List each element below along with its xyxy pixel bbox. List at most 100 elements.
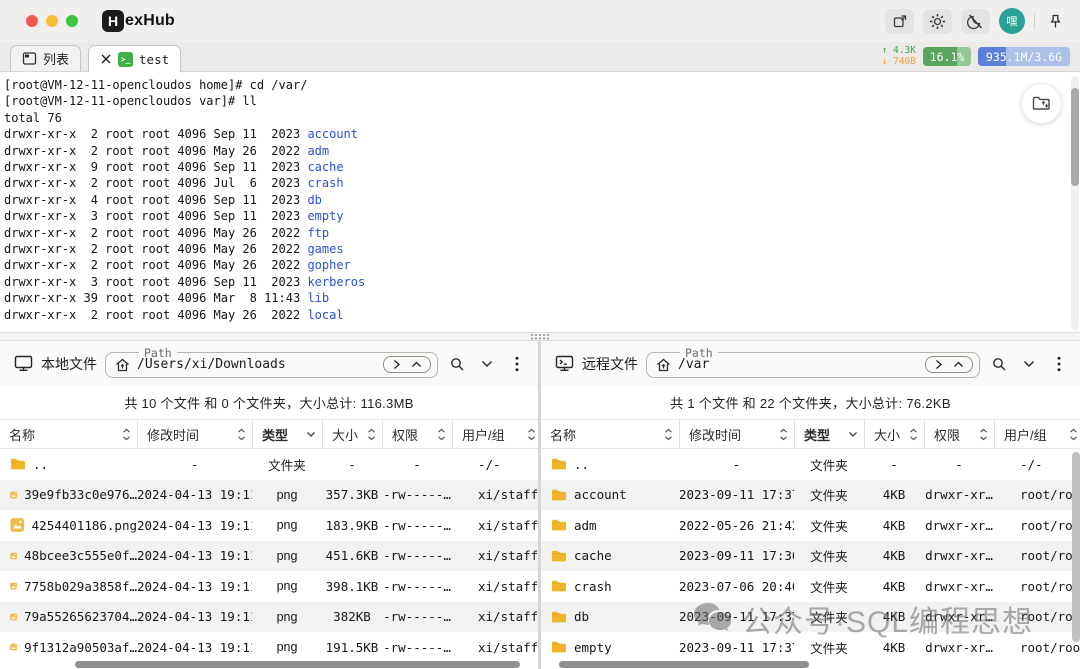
column-header-name[interactable]: 名称 bbox=[0, 420, 137, 448]
file-transfer-toggle-button[interactable] bbox=[1021, 83, 1062, 124]
column-label: 用户/组 bbox=[462, 425, 505, 444]
file-name: 79a55265623704… bbox=[24, 609, 137, 624]
terminal-directory-name: db bbox=[307, 193, 321, 207]
table-row[interactable]: 79a55265623704…2024-04-13 19:11png382KB-… bbox=[0, 602, 538, 633]
file-owner-cell: root/root bbox=[994, 609, 1080, 624]
vertical-scrollbar-thumb[interactable] bbox=[1072, 452, 1080, 642]
search-icon bbox=[991, 356, 1007, 372]
horizontal-splitter[interactable] bbox=[0, 332, 1080, 341]
table-row[interactable]: 48bcee3c555e0f…2024-04-13 19:11png451.6K… bbox=[0, 541, 538, 572]
tab-terminal-test[interactable]: >_ test bbox=[88, 45, 181, 72]
column-header-size[interactable]: 大小 bbox=[322, 420, 382, 448]
table-row[interactable]: db2023-09-11 17:37文件夹4KBdrwxr-xr…root/ro… bbox=[541, 602, 1080, 633]
image-file-icon bbox=[10, 487, 17, 503]
new-window-button[interactable] bbox=[885, 9, 914, 34]
home-icon[interactable] bbox=[115, 358, 130, 372]
terminal-line: drwxr-xr-x 3 root root 4096 Sep 11 2023 … bbox=[4, 274, 1066, 290]
tab-list[interactable]: 列表 bbox=[10, 45, 81, 71]
home-icon[interactable] bbox=[656, 358, 671, 372]
file-permissions-cell: drwxr-xr… bbox=[924, 609, 994, 624]
column-header-type[interactable]: 类型 bbox=[252, 420, 322, 448]
user-avatar[interactable]: 嘿 bbox=[999, 8, 1025, 34]
app-name: exHub bbox=[125, 12, 175, 30]
column-header-perm[interactable]: 权限 bbox=[382, 420, 452, 448]
go-icon[interactable] bbox=[934, 359, 943, 370]
table-row[interactable]: account2023-09-11 17:37文件夹4KBdrwxr-xr…ro… bbox=[541, 480, 1080, 511]
horizontal-scrollbar-thumb[interactable] bbox=[75, 661, 520, 668]
settings-button[interactable] bbox=[923, 9, 952, 34]
theme-toggle-button[interactable] bbox=[961, 9, 990, 34]
panel-menu-button[interactable] bbox=[506, 353, 528, 375]
table-header: 名称 修改时间 类型 大小 权限 用户/组 bbox=[0, 420, 538, 449]
pin-button[interactable] bbox=[1044, 10, 1066, 32]
file-name-cell: account bbox=[541, 487, 679, 502]
go-icon[interactable] bbox=[392, 359, 401, 370]
panel-collapse-button[interactable] bbox=[476, 353, 498, 375]
panel-collapse-button[interactable] bbox=[1018, 353, 1040, 375]
minimize-window-button[interactable] bbox=[46, 15, 58, 27]
table-row[interactable]: 7758b029a3858f…2024-04-13 19:11png398.1K… bbox=[0, 571, 538, 602]
table-row[interactable]: 39e9fb33c0e976…2024-04-13 19:11png357.3K… bbox=[0, 480, 538, 511]
file-type-cell: 文件夹 bbox=[794, 455, 864, 474]
maximize-window-button[interactable] bbox=[66, 15, 78, 27]
terminal-directory-name: lib bbox=[307, 291, 329, 305]
table-row[interactable]: empty2023-09-11 17:37文件夹4KBdrwxr-xr…root… bbox=[541, 632, 1080, 663]
column-header-mtime[interactable]: 修改时间 bbox=[679, 420, 794, 448]
file-size-cell: 4KB bbox=[864, 487, 924, 502]
column-header-name[interactable]: 名称 bbox=[541, 420, 679, 448]
file-size-cell: 4KB bbox=[864, 579, 924, 594]
column-label: 大小 bbox=[874, 425, 900, 444]
column-header-owner[interactable]: 用户/组 bbox=[452, 420, 538, 448]
path-input[interactable]: Path /Users/xi/Downloads bbox=[105, 346, 438, 378]
panel-title: 远程文件 bbox=[582, 354, 638, 374]
folder-icon bbox=[551, 640, 567, 654]
column-label: 修改时间 bbox=[689, 425, 741, 444]
column-label: 类型 bbox=[262, 425, 288, 444]
kebab-menu-icon bbox=[1057, 356, 1061, 372]
file-size-cell: 183.9KB bbox=[322, 518, 382, 533]
table-row[interactable]: 9f1312a90503af…2024-04-13 19:11png191.5K… bbox=[0, 632, 538, 663]
file-name: .. bbox=[33, 457, 48, 472]
horizontal-scrollbar-thumb[interactable] bbox=[559, 661, 809, 668]
terminal-pane[interactable]: [root@VM-12-11-opencloudos home]# cd /va… bbox=[0, 72, 1080, 332]
path-value[interactable]: /var bbox=[678, 357, 918, 372]
table-row[interactable]: 4254401186.png2024-04-13 19:11png183.9KB… bbox=[0, 510, 538, 541]
column-header-owner[interactable]: 用户/组 bbox=[994, 420, 1080, 448]
table-row[interactable]: ..-文件夹---/- bbox=[0, 449, 538, 480]
terminal-scrollbar[interactable] bbox=[1071, 76, 1079, 330]
table-row[interactable]: adm2022-05-26 21:42文件夹4KBdrwxr-xr…root/r… bbox=[541, 510, 1080, 541]
terminal-line: drwxr-xr-x 39 root root 4096 Mar 8 11:43… bbox=[4, 290, 1066, 306]
file-table: ..-文件夹---/-account2023-09-11 17:37文件夹4KB… bbox=[541, 449, 1080, 669]
path-input[interactable]: Path /var bbox=[646, 346, 980, 378]
terminal-scrollbar-thumb[interactable] bbox=[1071, 88, 1079, 186]
table-row[interactable]: crash2023-07-06 20:40文件夹4KBdrwxr-xr…root… bbox=[541, 571, 1080, 602]
column-header-type[interactable]: 类型 bbox=[794, 420, 864, 448]
file-name: db bbox=[574, 609, 589, 624]
file-name-cell: adm bbox=[541, 518, 679, 533]
sort-icon bbox=[909, 428, 918, 441]
file-mtime-cell: 2023-09-11 17:37 bbox=[679, 487, 794, 502]
file-size-cell: 451.6KB bbox=[322, 548, 382, 563]
terminal-directory-name: cache bbox=[307, 160, 343, 174]
terminal-line: total 76 bbox=[4, 110, 1066, 126]
terminal-line: drwxr-xr-x 4 root root 4096 Sep 11 2023 … bbox=[4, 192, 1066, 208]
close-window-button[interactable] bbox=[26, 15, 38, 27]
table-row[interactable]: ..-文件夹---/- bbox=[541, 449, 1080, 480]
file-name-cell: .. bbox=[0, 457, 137, 472]
panel-menu-button[interactable] bbox=[1048, 353, 1070, 375]
column-header-mtime[interactable]: 修改时间 bbox=[137, 420, 252, 448]
download-rate: ↓ 740B bbox=[882, 57, 916, 68]
path-value[interactable]: /Users/xi/Downloads bbox=[137, 357, 376, 372]
session-stats: ↑ 4.3K ↓ 740B 16.1% 935.1M/3.6G bbox=[882, 46, 1070, 71]
column-header-perm[interactable]: 权限 bbox=[924, 420, 994, 448]
column-header-size[interactable]: 大小 bbox=[864, 420, 924, 448]
folder-icon bbox=[551, 610, 567, 624]
file-size-cell: 382KB bbox=[322, 609, 382, 624]
search-button[interactable] bbox=[988, 353, 1010, 375]
search-button[interactable] bbox=[446, 353, 468, 375]
table-row[interactable]: cache2023-09-11 17:36文件夹4KBdrwxr-xr…root… bbox=[541, 541, 1080, 572]
parent-directory-icon[interactable] bbox=[411, 360, 422, 369]
sort-icon bbox=[367, 428, 376, 441]
parent-directory-icon[interactable] bbox=[953, 360, 964, 369]
close-icon[interactable] bbox=[100, 53, 112, 65]
